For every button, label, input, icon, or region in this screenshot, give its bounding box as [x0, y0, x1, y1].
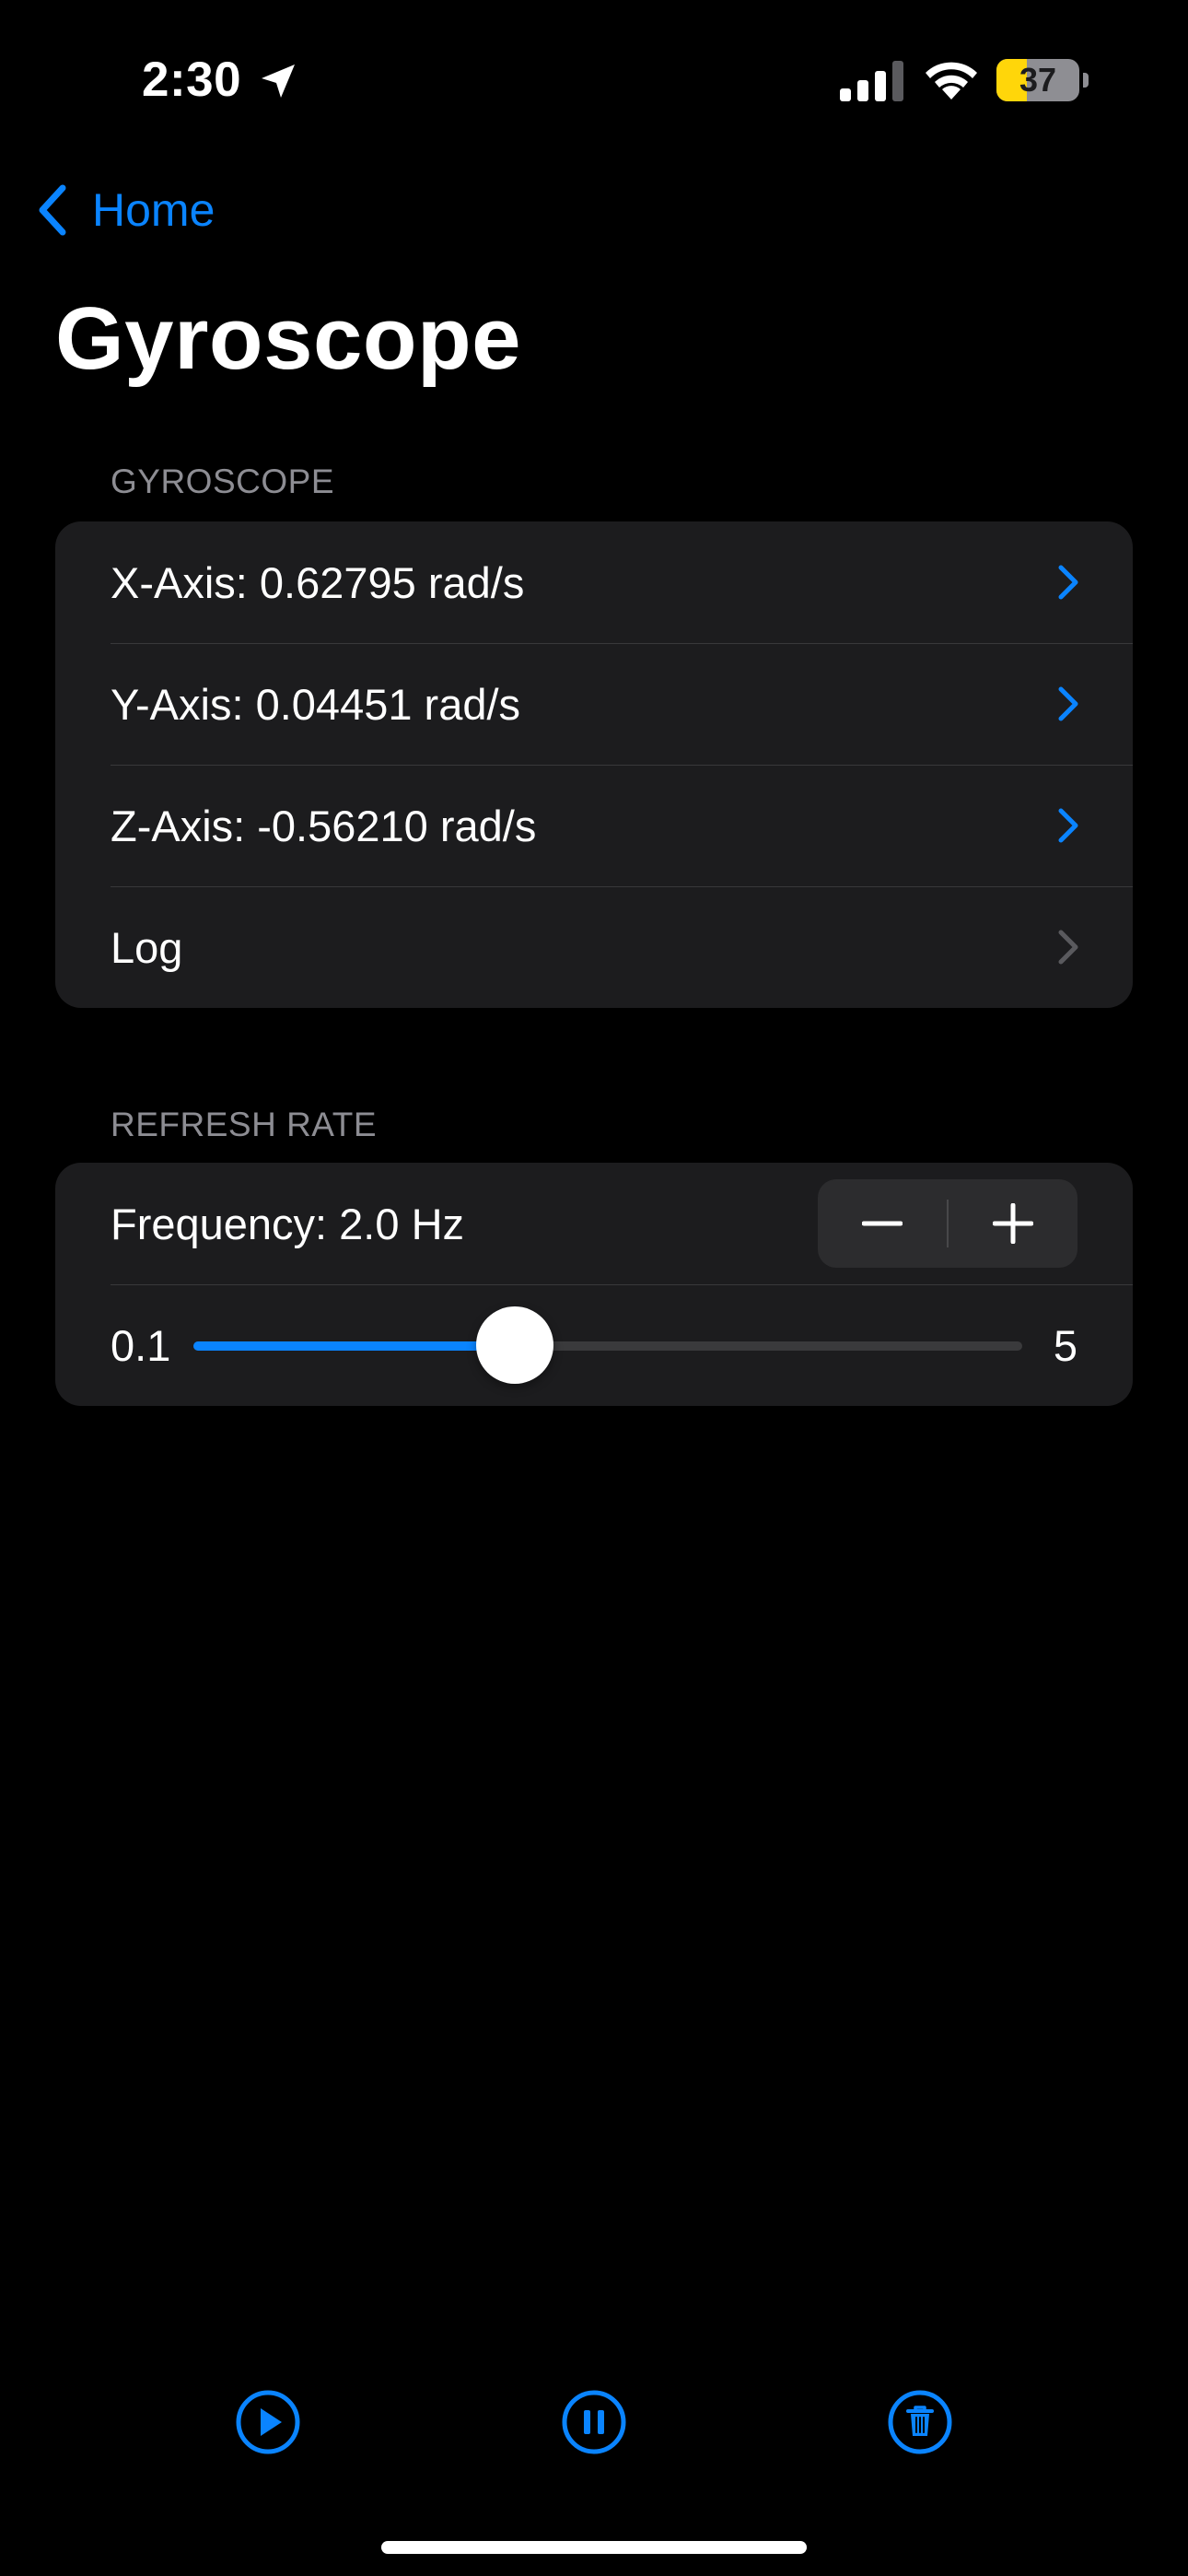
trash-icon[interactable]: [886, 2388, 954, 2456]
log-label: Log: [111, 922, 183, 972]
x-axis-label: X-Axis: 0.62795 rad/s: [111, 557, 525, 607]
decrement-button[interactable]: [818, 1179, 947, 1268]
list-item-x-axis[interactable]: X-Axis: 0.62795 rad/s: [55, 521, 1133, 643]
z-axis-label: Z-Axis: -0.56210 rad/s: [111, 801, 537, 850]
cellular-signal-icon: [840, 61, 903, 101]
list-item-y-axis[interactable]: Y-Axis: 0.04451 rad/s: [55, 643, 1133, 765]
wifi-icon: [926, 62, 977, 100]
back-button[interactable]: Home: [33, 177, 215, 243]
chevron-right-icon: [1058, 565, 1078, 600]
gyroscope-list: X-Axis: 0.62795 rad/s Y-Axis: 0.04451 ra…: [55, 521, 1133, 1008]
page-title: Gyroscope: [55, 289, 522, 388]
chevron-left-icon: [39, 184, 66, 236]
slider-min-label: 0.1: [111, 1320, 171, 1370]
slider-max-label: 5: [1053, 1320, 1077, 1370]
refresh-rate-card: Frequency: 2.0 Hz 0.1 5: [55, 1163, 1133, 1406]
frequency-label: Frequency: 2.0 Hz: [111, 1199, 465, 1248]
section-header-refresh-rate: REFRESH RATE: [111, 1106, 378, 1143]
play-icon[interactable]: [234, 2388, 302, 2456]
minus-icon: [862, 1221, 903, 1226]
frequency-stepper: [818, 1179, 1077, 1268]
status-time: 2:30: [142, 53, 242, 107]
section-header-gyroscope: GYROSCOPE: [111, 463, 334, 500]
frequency-slider[interactable]: [193, 1306, 1022, 1384]
battery-level: 37: [1019, 61, 1057, 99]
y-axis-label: Y-Axis: 0.04451 rad/s: [111, 679, 521, 729]
chevron-right-icon: [1058, 808, 1078, 843]
list-item-log[interactable]: Log: [55, 886, 1133, 1008]
slider-thumb[interactable]: [475, 1306, 553, 1384]
frequency-slider-row: 0.1 5: [55, 1284, 1133, 1406]
slider-fill: [193, 1341, 515, 1351]
location-arrow-icon: [262, 64, 295, 98]
frequency-row: Frequency: 2.0 Hz: [55, 1163, 1133, 1284]
battery-icon: 37: [996, 59, 1089, 101]
chevron-right-icon: [1058, 686, 1078, 721]
list-item-z-axis[interactable]: Z-Axis: -0.56210 rad/s: [55, 765, 1133, 886]
home-indicator: [381, 2541, 807, 2554]
back-label: Home: [92, 184, 215, 236]
pause-icon[interactable]: [560, 2388, 628, 2456]
plus-icon: [993, 1203, 1033, 1244]
increment-button[interactable]: [949, 1179, 1077, 1268]
chevron-right-icon: [1058, 930, 1078, 965]
